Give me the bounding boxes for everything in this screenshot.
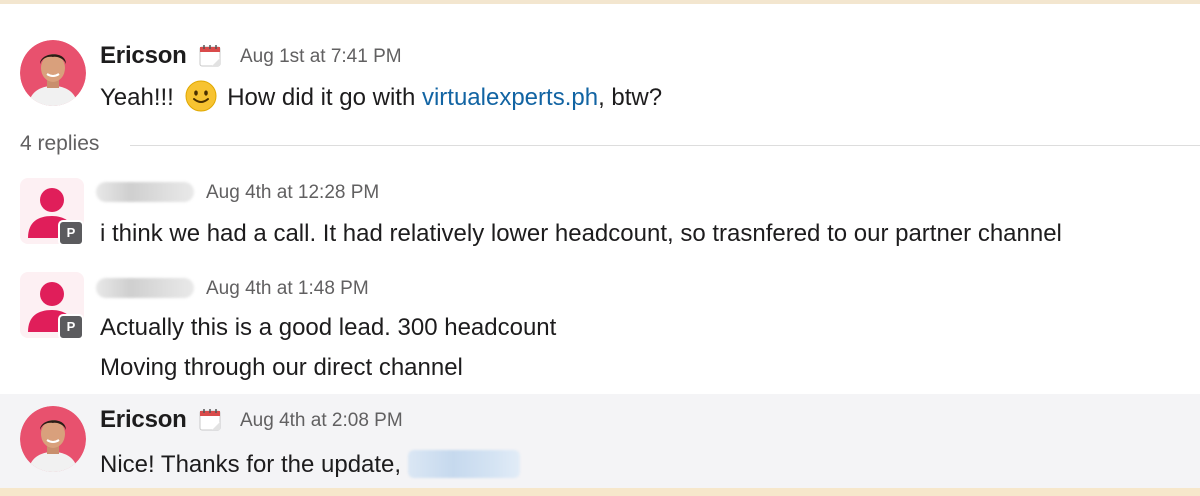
message-timestamp[interactable]: Aug 4th at 12:28 PM: [206, 182, 379, 204]
sender-name[interactable]: Ericson: [100, 406, 187, 434]
message-text-start: Yeah!!!: [100, 84, 174, 111]
reply-message[interactable]: P Aug 4th at 1:48 PM Actually this is a …: [0, 264, 1200, 390]
parent-message[interactable]: Ericson Aug 1st at 7:41 PM Yeah!!! How d…: [0, 28, 1200, 124]
message-text-line: Actually this is a good lead. 300 headco…: [100, 314, 557, 341]
calendar-icon[interactable]: [198, 44, 222, 68]
divider-line: [130, 145, 1200, 146]
slightly-smiling-face-icon: [185, 80, 217, 112]
redacted-sender-name[interactable]: [96, 278, 194, 298]
message-text: i think we had a call. It had relatively…: [100, 220, 1062, 247]
message-timestamp[interactable]: Aug 4th at 1:48 PM: [206, 278, 369, 300]
message-timestamp[interactable]: Aug 4th at 2:08 PM: [240, 410, 403, 432]
replies-count: 4 replies: [20, 132, 100, 155]
bottom-edge-strip: [0, 488, 1200, 496]
message-text-line: Moving through our direct channel: [100, 354, 463, 381]
replies-divider-row: 4 replies: [0, 128, 1200, 164]
message-timestamp[interactable]: Aug 1st at 7:41 PM: [240, 46, 402, 68]
avatar-ericson[interactable]: [20, 40, 86, 106]
message-text-middle: How did it go with: [227, 84, 416, 111]
message-text: Yeah!!! How did it go with virtualexpert…: [100, 80, 662, 112]
profile-badge: P: [58, 220, 84, 246]
calendar-icon[interactable]: [198, 408, 222, 432]
website-link[interactable]: virtualexperts.ph: [422, 84, 598, 111]
message-text-end: , btw?: [598, 84, 663, 111]
top-edge-strip: [0, 0, 1200, 4]
reply-message[interactable]: Ericson Aug 4th at 2:08 PM Nice! Thanks …: [0, 394, 1200, 488]
sender-name[interactable]: Ericson: [100, 42, 187, 70]
message-text-body: Nice! Thanks for the update,: [100, 451, 402, 478]
profile-badge: P: [58, 314, 84, 340]
reply-message[interactable]: P Aug 4th at 12:28 PM i think we had a c…: [0, 170, 1200, 258]
redacted-sender-name[interactable]: [96, 182, 194, 202]
avatar-ericson[interactable]: [20, 406, 86, 472]
message-text: Nice! Thanks for the update,: [100, 450, 520, 479]
redacted-user-mention[interactable]: [407, 450, 520, 478]
